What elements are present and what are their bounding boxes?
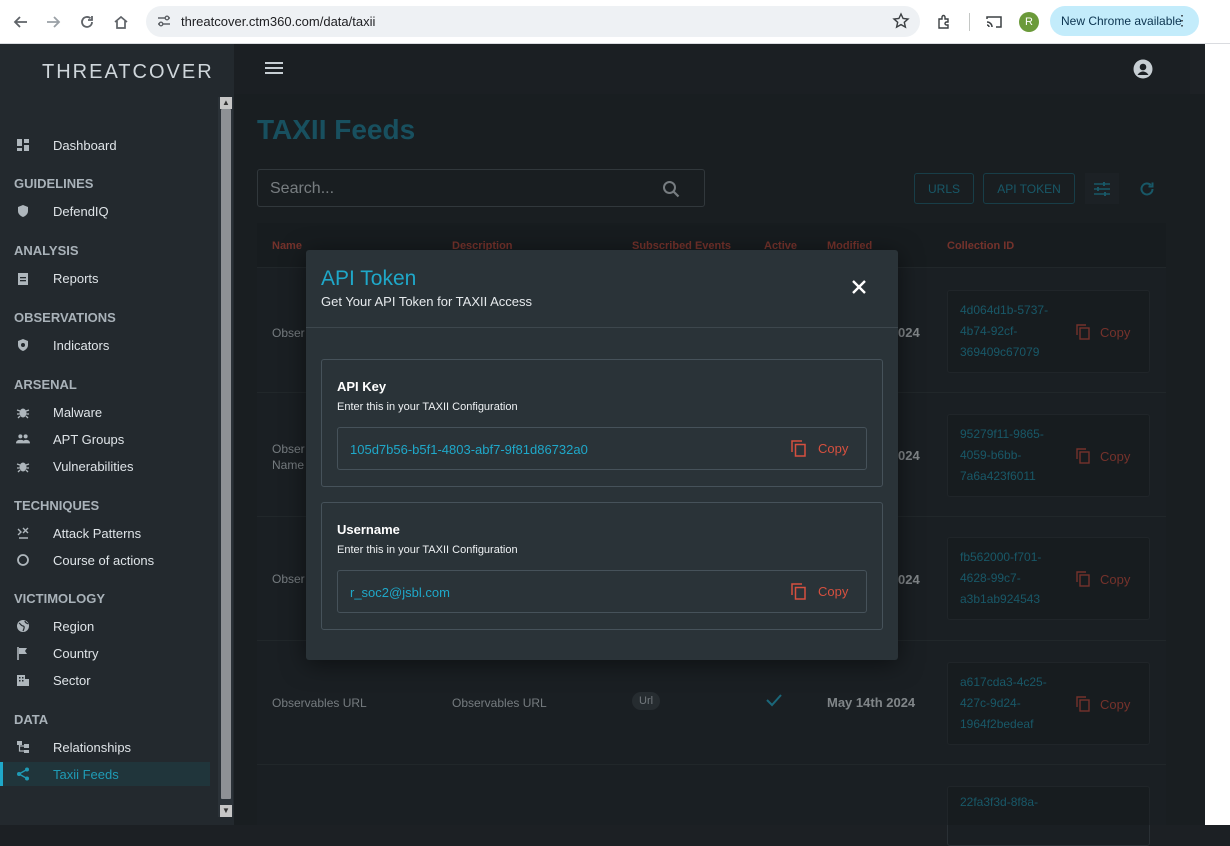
copy-api-key-button[interactable]: Copy bbox=[791, 440, 848, 457]
api-key-field[interactable]: 105d7b56-b5f1-4803-abf7-9f81d86732a0 Cop… bbox=[337, 427, 867, 470]
username-card: Username Enter this in your TAXII Config… bbox=[321, 502, 883, 630]
clipboard-icon bbox=[16, 271, 30, 285]
section-techniques: TECHNIQUES bbox=[14, 498, 100, 513]
sidebar-item-region[interactable]: Region bbox=[0, 614, 210, 638]
scrollbar-thumb[interactable] bbox=[221, 109, 231, 799]
section-arsenal: ARSENAL bbox=[14, 377, 77, 392]
hamburger-menu-icon[interactable] bbox=[264, 61, 284, 80]
sidebar-item-malware[interactable]: Malware bbox=[0, 400, 210, 424]
scroll-down-arrow-icon[interactable]: ▼ bbox=[220, 805, 232, 817]
section-data: DATA bbox=[14, 712, 49, 727]
reload-icon[interactable] bbox=[74, 9, 100, 35]
sidebar-item-label: Attack Patterns bbox=[53, 525, 142, 541]
api-token-modal: API Token Get Your API Token for TAXII A… bbox=[306, 250, 898, 660]
browser-toolbar: threatcover.ctm360.com/data/taxii R New … bbox=[0, 0, 1230, 44]
sidebar-item-dashboard[interactable]: Dashboard bbox=[0, 133, 210, 157]
copy-username-button[interactable]: Copy bbox=[791, 583, 848, 600]
shield-dot-icon bbox=[16, 338, 30, 352]
bug-icon bbox=[16, 459, 30, 473]
chrome-menu-icon[interactable]: ⋮ bbox=[1175, 12, 1189, 29]
sidebar-item-vulnerabilities[interactable]: Vulnerabilities bbox=[0, 454, 210, 478]
sidebar-item-label: Malware bbox=[53, 404, 103, 420]
new-chrome-available-button[interactable]: New Chrome available ⋮ bbox=[1050, 6, 1199, 36]
home-icon[interactable] bbox=[108, 9, 134, 35]
sidebar-item-label: Indicators bbox=[53, 337, 110, 353]
address-bar[interactable]: threatcover.ctm360.com/data/taxii bbox=[146, 6, 920, 37]
sidebar-item-sector[interactable]: Sector bbox=[0, 668, 210, 692]
sidebar-item-label: Region bbox=[53, 618, 95, 634]
sidebar-item-label: APT Groups bbox=[53, 431, 125, 447]
back-arrow-icon[interactable] bbox=[8, 9, 34, 35]
circle-icon bbox=[16, 553, 30, 567]
forward-arrow-icon[interactable] bbox=[40, 9, 66, 35]
username-value: r_soc2@jsbl.com bbox=[350, 585, 450, 600]
sidebar-item-label: Country bbox=[53, 645, 99, 661]
api-key-value: 105d7b56-b5f1-4803-abf7-9f81d86732a0 bbox=[350, 442, 588, 457]
section-victimology: VICTIMOLOGY bbox=[14, 591, 105, 606]
api-key-label: API Key bbox=[337, 379, 387, 394]
top-bar bbox=[234, 44, 1190, 94]
bug-icon bbox=[16, 405, 30, 419]
copy-label: Copy bbox=[818, 584, 849, 599]
sidebar-item-label: Relationships bbox=[53, 739, 132, 755]
sidebar-item-label: Vulnerabilities bbox=[53, 458, 134, 474]
sidebar-item-reports[interactable]: Reports bbox=[0, 266, 210, 290]
sidebar-item-course-of-actions[interactable]: Course of actions bbox=[0, 548, 210, 572]
modal-title: API Token bbox=[321, 267, 417, 290]
modal-subtitle: Get Your API Token for TAXII Access bbox=[321, 294, 533, 309]
brand-logo[interactable]: THREATCOVER bbox=[42, 61, 214, 84]
shield-icon bbox=[16, 204, 30, 218]
section-observations: OBSERVATIONS bbox=[14, 310, 116, 325]
page-edge bbox=[1205, 44, 1230, 825]
username-label: Username bbox=[337, 522, 400, 537]
sidebar-item-label: DefendIQ bbox=[53, 203, 109, 219]
toolbar-divider bbox=[969, 13, 970, 31]
user-account-icon[interactable] bbox=[1133, 59, 1153, 84]
url-text: threatcover.ctm360.com/data/taxii bbox=[181, 14, 376, 29]
sidebar-item-label: Dashboard bbox=[53, 137, 117, 153]
pattern-icon bbox=[16, 526, 30, 540]
copy-label: Copy bbox=[818, 441, 849, 456]
profile-avatar[interactable]: R bbox=[1019, 12, 1039, 32]
extensions-icon[interactable] bbox=[931, 9, 957, 35]
sidebar-item-relationships[interactable]: Relationships bbox=[0, 735, 210, 759]
sidebar-item-label: Sector bbox=[53, 672, 91, 688]
api-key-card: API Key Enter this in your TAXII Configu… bbox=[321, 359, 883, 487]
scroll-up-arrow-icon[interactable]: ▲ bbox=[220, 97, 232, 109]
section-guidelines: GUIDELINES bbox=[14, 176, 94, 191]
building-icon bbox=[16, 673, 30, 687]
username-hint: Enter this in your TAXII Configuration bbox=[337, 544, 518, 556]
cast-icon[interactable] bbox=[981, 9, 1007, 35]
sidebar-item-country[interactable]: Country bbox=[0, 641, 210, 665]
sidebar: THREATCOVER ▲ ▼ Dashboard GUIDELINES Def… bbox=[0, 44, 234, 825]
sidebar-item-apt-groups[interactable]: APT Groups bbox=[0, 427, 210, 451]
group-icon bbox=[16, 432, 30, 446]
section-analysis: ANALYSIS bbox=[14, 243, 79, 258]
api-key-hint: Enter this in your TAXII Configuration bbox=[337, 401, 518, 413]
flag-icon bbox=[16, 646, 30, 660]
sidebar-item-defendiq[interactable]: DefendIQ bbox=[0, 199, 210, 223]
sidebar-item-taxii-feeds[interactable]: Taxii Feeds bbox=[0, 762, 210, 786]
dashboard-icon bbox=[16, 138, 30, 152]
sidebar-item-label: Taxii Feeds bbox=[53, 766, 119, 782]
sidebar-item-attack-patterns[interactable]: Attack Patterns bbox=[0, 521, 210, 545]
share-icon bbox=[16, 767, 30, 781]
modal-divider bbox=[306, 327, 898, 328]
sidebar-scrollbar[interactable]: ▲ ▼ bbox=[218, 97, 233, 817]
close-icon[interactable] bbox=[850, 278, 868, 296]
bookmark-star-icon[interactable] bbox=[892, 12, 910, 35]
globe-icon bbox=[16, 619, 30, 633]
relationship-icon bbox=[16, 740, 30, 754]
sidebar-item-label: Reports bbox=[53, 270, 99, 286]
username-field[interactable]: r_soc2@jsbl.com Copy bbox=[337, 570, 867, 613]
new-chrome-label: New Chrome available bbox=[1061, 14, 1182, 28]
sidebar-item-label: Course of actions bbox=[53, 552, 155, 568]
sidebar-item-indicators[interactable]: Indicators bbox=[0, 333, 210, 357]
site-info-icon[interactable] bbox=[156, 13, 172, 34]
